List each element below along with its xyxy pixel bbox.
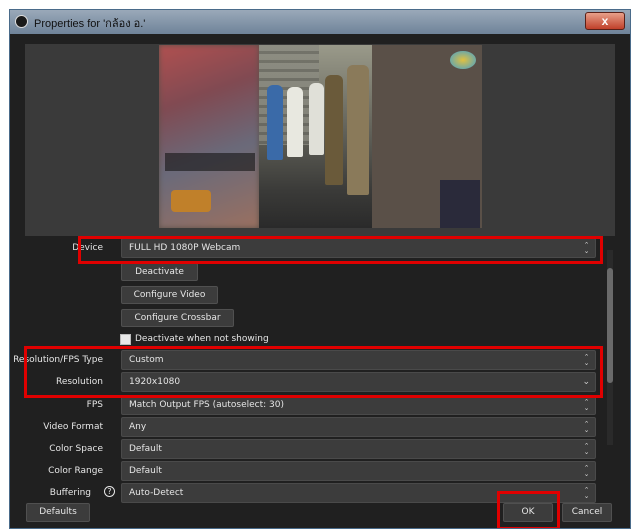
- fps-row: FPS Match Output FPS (autoselect: 30) ⌃ ⌄: [10, 395, 610, 415]
- window-title: Properties for 'กล้อง อ.': [34, 18, 146, 30]
- color-range-select[interactable]: Default ⌃ ⌄: [121, 461, 596, 481]
- cancel-button[interactable]: Cancel: [562, 503, 612, 522]
- help-icon[interactable]: ?: [104, 486, 115, 497]
- configure-video-button[interactable]: Configure Video: [121, 286, 218, 304]
- configure-crossbar-button[interactable]: Configure Crossbar: [121, 309, 234, 327]
- fps-value: Match Output FPS (autoselect: 30): [129, 400, 284, 410]
- color-range-value: Default: [129, 466, 162, 476]
- spin-arrows-icon: ⌃ ⌄: [583, 442, 590, 456]
- color-range-label: Color Range: [48, 466, 103, 476]
- deactivate-button[interactable]: Deactivate: [121, 263, 198, 281]
- properties-window: Properties for 'กล้อง อ.' x Device FULL …: [9, 9, 631, 529]
- spin-arrows-icon: ⌃ ⌄: [583, 464, 590, 478]
- buffering-label: Buffering: [49, 488, 91, 498]
- ok-highlight: [497, 491, 560, 528]
- spin-arrows-icon: ⌃ ⌄: [583, 398, 590, 412]
- color-space-label: Color Space: [49, 444, 103, 454]
- video-format-value: Any: [129, 422, 147, 432]
- scrollbar[interactable]: [607, 250, 613, 445]
- device-highlight: [78, 236, 603, 264]
- color-space-value: Default: [129, 444, 162, 454]
- fps-select[interactable]: Match Output FPS (autoselect: 30) ⌃ ⌄: [121, 395, 596, 415]
- defaults-button[interactable]: Defaults: [26, 503, 90, 522]
- title-bar[interactable]: Properties for 'กล้อง อ.' x: [10, 10, 630, 34]
- video-format-label: Video Format: [43, 422, 103, 432]
- close-button[interactable]: x: [585, 12, 625, 30]
- fps-label: FPS: [86, 400, 103, 410]
- deactivate-checkbox-label: Deactivate when not showing: [135, 334, 269, 344]
- spin-arrows-icon: ⌃ ⌄: [583, 486, 590, 500]
- preview-area: [25, 44, 615, 236]
- camera-preview: [159, 45, 482, 228]
- resolution-highlight: [24, 346, 603, 398]
- deactivate-checkbox[interactable]: [120, 334, 131, 345]
- spin-arrows-icon: ⌃ ⌄: [583, 420, 590, 434]
- video-format-row: Video Format Any ⌃ ⌄: [10, 417, 610, 437]
- color-space-row: Color Space Default ⌃ ⌄: [10, 439, 610, 459]
- video-format-select[interactable]: Any ⌃ ⌄: [121, 417, 596, 437]
- obs-logo-icon: [15, 15, 28, 28]
- buffering-value: Auto-Detect: [129, 488, 184, 498]
- color-range-row: Color Range Default ⌃ ⌄: [10, 461, 610, 481]
- scrollbar-thumb[interactable]: [607, 268, 613, 383]
- color-space-select[interactable]: Default ⌃ ⌄: [121, 439, 596, 459]
